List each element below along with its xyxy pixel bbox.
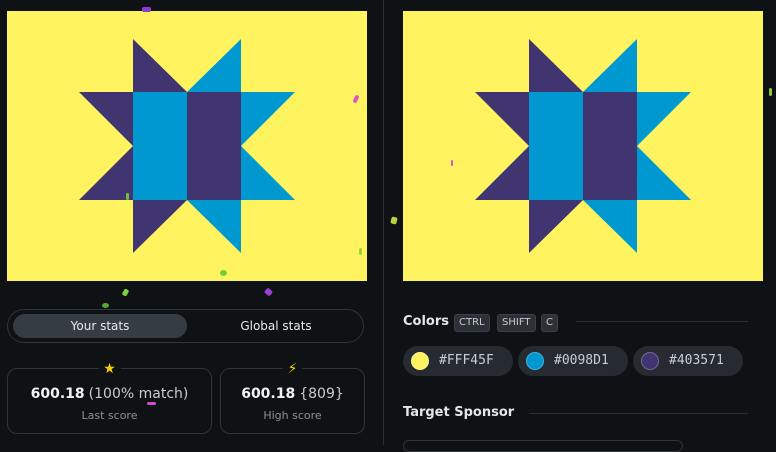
high-score-value: 600.18 {809} <box>221 386 364 402</box>
output-canvas <box>7 11 367 281</box>
color-dot <box>641 352 659 370</box>
last-score-label: Last score <box>81 409 138 422</box>
target-canvas <box>403 11 763 281</box>
color-swatch[interactable]: #0098D1 <box>518 346 628 376</box>
output-center-right-rect <box>187 92 241 200</box>
tab-global-stats[interactable]: Global stats <box>192 314 360 338</box>
color-hex: #0098D1 <box>554 353 609 368</box>
target-star-drawing <box>403 11 763 281</box>
sponsor-divider <box>529 413 748 414</box>
shortcut-key-c: C <box>541 314 558 332</box>
lightning-icon: ⚡ <box>282 360 303 378</box>
confetti-piece <box>147 402 156 405</box>
output-pane: Your stats Global stats ★ 600.18 (100% ma… <box>0 0 383 445</box>
confetti-piece <box>142 7 151 12</box>
confetti-piece <box>220 270 227 276</box>
color-swatch[interactable]: #FFF45F <box>403 346 513 376</box>
last-score-value: 600.18 (100% match) <box>8 386 211 402</box>
color-hex: #FFF45F <box>439 353 494 368</box>
colors-divider <box>576 321 748 322</box>
output-star-drawing <box>7 11 367 281</box>
star-icon: ★ <box>98 360 121 378</box>
confetti-piece <box>451 160 453 166</box>
target-sponsor-title: Target Sponsor <box>403 405 515 420</box>
colors-title: Colors <box>403 314 450 329</box>
high-score-number: 600.18 <box>241 386 296 402</box>
color-swatch[interactable]: #403571 <box>633 346 743 376</box>
color-dot <box>411 352 429 370</box>
confetti-piece <box>359 248 362 255</box>
shortcut-key-shift: SHIFT <box>497 314 536 332</box>
color-hex: #403571 <box>669 353 724 368</box>
last-score-number: 600.18 <box>30 386 85 402</box>
output-center-left-rect <box>133 92 187 200</box>
target-pane: Colors CTRL SHIFT C #FFF45F #0098D1 #403… <box>384 0 776 452</box>
high-score-chars: {809} <box>299 386 344 402</box>
sponsor-box[interactable] <box>403 440 683 452</box>
high-score-card: ⚡ 600.18 {809} High score <box>220 360 365 434</box>
stats-toggle: Your stats Global stats <box>7 309 364 343</box>
confetti-piece <box>102 303 109 308</box>
last-score-match: (100% match) <box>88 386 189 402</box>
high-score-label: High score <box>263 409 322 422</box>
confetti-piece <box>769 88 772 96</box>
target-center-left-rect <box>529 92 583 200</box>
shortcut-key-ctrl: CTRL <box>454 314 490 332</box>
target-center-right-rect <box>583 92 637 200</box>
color-dot <box>526 352 544 370</box>
tab-your-stats[interactable]: Your stats <box>13 314 187 338</box>
last-score-card: ★ 600.18 (100% match) Last score <box>7 360 212 434</box>
confetti-piece <box>126 193 129 200</box>
